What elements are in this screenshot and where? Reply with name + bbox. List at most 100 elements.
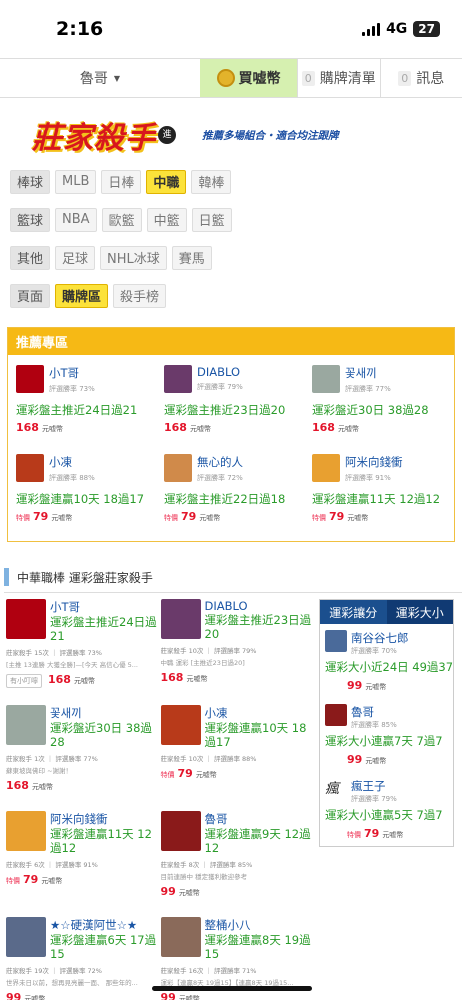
recommend-card[interactable]: 阿米向錢衝 評選勝率 91% 運彩盤連贏11天 12過12 特價 79 元嘘幣 <box>312 454 452 529</box>
status-time: 2:16 <box>56 18 104 40</box>
buy-coins-label: 買嘘幣 <box>238 71 281 87</box>
seller-name[interactable]: 無心的人 <box>197 454 243 470</box>
purchase-list-count: 0 <box>301 70 315 86</box>
logo: 莊家殺手 進 <box>32 110 176 160</box>
seller-name[interactable]: 小T哥 <box>50 599 161 615</box>
item-info: 阿米向錢衝 運彩盤連贏11天 12過12 <box>50 811 161 855</box>
purchase-list-link[interactable]: 0 購牌清單 <box>297 59 380 97</box>
pick-title[interactable]: 運彩盤主推近23日過20 <box>164 402 312 418</box>
category-chip[interactable]: 賽馬 <box>171 245 212 270</box>
caret-down-icon: ▼ <box>113 73 121 83</box>
category-chip[interactable]: 購牌區 <box>55 283 109 308</box>
pick-title[interactable]: 運彩盤主推近24日過21 <box>50 615 161 643</box>
seller-name[interactable]: 魯哥 <box>351 704 397 720</box>
seller-name[interactable]: 꽃새끼 <box>345 365 391 381</box>
category-chip[interactable]: MLB <box>55 169 97 194</box>
avatar <box>312 365 340 393</box>
list-item[interactable]: 꽃새끼 運彩盤近30日 38過28 莊家殺手 1次 ｜ 評選勝率 77% 蘇東坡與佛印… <box>6 705 161 811</box>
pick-title[interactable]: 運彩盤連贏8天 19過15 <box>205 933 316 961</box>
category-chip[interactable]: 韓棒 <box>191 169 232 194</box>
list-item[interactable]: 小T哥 運彩盤主推近24日過21 莊家殺手 15次 ｜ 評選勝率 73% [主推 13… <box>6 599 161 705</box>
pick-description: 世界未日以前，想再見亮麗一面、 那些年的... <box>6 979 138 987</box>
pick-title[interactable]: 運彩盤連贏10天 18過17 <box>205 721 316 749</box>
side-item[interactable]: 南谷谷七郎 評選勝率 70% 運彩大小近24日 49過37 99 元嘘幣 <box>320 624 453 698</box>
category-chip[interactable]: NHL冰球 <box>100 245 167 270</box>
seller-name[interactable]: 小T哥 <box>49 365 95 381</box>
pick-title[interactable]: 運彩盤主推近24日過21 <box>16 402 164 418</box>
pick-description: 蘇東坡與佛印 ~謝謝！ <box>6 767 73 775</box>
side-item[interactable]: 瘋瘋王子 評選勝率 79% 運彩大小連贏5天 7過7 特價 79 元嘘幣 <box>320 772 453 846</box>
category-chip[interactable]: 歐籃 <box>101 207 142 232</box>
recommend-grid: 小T哥 評選勝率 73% 運彩盤主推近24日過21 168 元嘘幣 DIABLO 評選勝率 … <box>8 355 454 529</box>
recommend-card[interactable]: 小凍 評選勝率 88% 運彩盤連贏10天 18過17 特價 79 元嘘幣 <box>16 454 164 529</box>
user-name: 魯哥 <box>79 71 108 87</box>
price: 99 <box>160 885 176 898</box>
recommend-card[interactable]: DIABLO 評選勝率 79% 運彩盤主推近23日過20 168 元嘘幣 <box>164 365 312 440</box>
special-label: 特價 <box>312 514 326 522</box>
pick-title[interactable]: 運彩盤連贏9天 12過12 <box>205 827 316 855</box>
seller-name[interactable]: 阿米向錢衝 <box>345 454 403 470</box>
item-header: ★☆硬漢阿世☆★ 運彩盤連贏6天 17過15 <box>6 917 161 961</box>
seller-name[interactable]: 瘋王子 <box>351 778 397 794</box>
category-row: 棒球 MLB 日棒 中職 韓棒 <box>0 168 462 195</box>
pick-title[interactable]: 運彩盤連贏11天 12過12 <box>312 491 452 507</box>
tab-spread[interactable]: 運彩讓分 <box>320 600 387 624</box>
price-row: 99 元嘘幣 <box>347 679 453 692</box>
seller-name[interactable]: 꽃새끼 <box>50 705 161 721</box>
section-bar <box>4 568 9 586</box>
category-chip[interactable]: 中籃 <box>146 207 187 232</box>
tab-over-under[interactable]: 運彩大小 <box>386 600 453 624</box>
messages-link[interactable]: 0 訊息 <box>379 59 462 97</box>
seller-name[interactable]: 魯哥 <box>205 811 316 827</box>
list-item[interactable]: 小凍 運彩盤連贏10天 18過17 莊家殺手 10次 ｜ 評選勝率 88% 特價 79 元… <box>160 705 316 811</box>
list-row: 꽃새끼 運彩盤近30日 38過28 莊家殺手 1次 ｜ 評選勝率 77% 蘇東坡與佛印… <box>6 705 315 811</box>
avatar: 瘋 <box>325 778 347 800</box>
battery-icon: 27 <box>413 21 440 37</box>
price: 168 <box>164 421 187 434</box>
special-label: 特價 <box>347 831 361 839</box>
price-row: 99 元嘘幣 <box>161 885 316 898</box>
pick-title[interactable]: 運彩盤連贏11天 12過12 <box>50 827 161 855</box>
pick-title[interactable]: 運彩大小連贏7天 7過7 <box>325 733 453 749</box>
category-chip[interactable]: 足球 <box>55 245 96 270</box>
recommend-card[interactable]: 小T哥 評選勝率 73% 運彩盤主推近24日過21 168 元嘘幣 <box>16 365 164 440</box>
pick-title[interactable]: 運彩盤連贏6天 17過15 <box>50 933 161 961</box>
avatar <box>16 365 44 393</box>
seller-name[interactable]: 南谷谷七郎 <box>351 630 409 646</box>
seller-name[interactable]: ★☆硬漢阿世☆★ <box>50 917 161 933</box>
side-item[interactable]: 魯哥 評選勝率 85% 運彩大小連贏7天 7過7 99 元嘘幣 <box>320 698 453 772</box>
pick-title[interactable]: 運彩盤近30日 38過28 <box>50 721 161 749</box>
list-item[interactable]: 阿米向錢衝 運彩盤連贏11天 12過12 莊家殺手 6次 ｜ 評選勝率 91% 特價 7… <box>6 811 161 917</box>
seller-stats: 莊家殺手 19次 ｜ 評選勝率 72% <box>6 967 102 975</box>
list-item[interactable]: ★☆硬漢阿世☆★ 運彩盤連贏6天 17過15 莊家殺手 19次 ｜ 評選勝率 72%… <box>6 917 161 1000</box>
category-chip[interactable]: 殺手榜 <box>113 283 167 308</box>
list-item[interactable]: 魯哥 運彩盤連贏9天 12過12 莊家殺手 8次 ｜ 評選勝率 85% 目前連勝中 穩… <box>160 811 316 917</box>
pick-title[interactable]: 運彩盤近30日 38過28 <box>312 402 452 418</box>
category-chip[interactable]: NBA <box>55 207 97 232</box>
pick-title[interactable]: 運彩盤主推近23日過20 <box>205 613 316 641</box>
pick-title[interactable]: 運彩盤主推近22日過18 <box>164 491 312 507</box>
seller-name[interactable]: DIABLO <box>205 599 316 613</box>
seller-name[interactable]: 小凍 <box>49 454 95 470</box>
seller-name[interactable]: 整桶小八 <box>205 917 316 933</box>
seller-name[interactable]: 阿米向錢衝 <box>50 811 161 827</box>
pick-title[interactable]: 運彩大小連贏5天 7過7 <box>325 807 453 823</box>
pick-title[interactable]: 運彩大小近24日 49過37 <box>325 659 453 675</box>
item-info: 瘋王子 評選勝率 79% <box>351 778 397 804</box>
category-chip[interactable]: 日棒 <box>101 169 142 194</box>
pick-title[interactable]: 運彩盤連贏10天 18過17 <box>16 491 164 507</box>
buy-coins-button[interactable]: 買嘘幣 <box>200 59 297 97</box>
recommend-card[interactable]: 無心的人 評選勝率 72% 運彩盤主推近22日過18 特價 79 元嘘幣 <box>164 454 312 529</box>
list-row: 小T哥 運彩盤主推近24日過21 莊家殺手 15次 ｜ 評選勝率 73% [主推 13… <box>6 599 315 705</box>
top-nav: 魯哥 ▼ 買嘘幣 0 購牌清單 0 訊息 <box>0 58 462 98</box>
user-menu[interactable]: 魯哥 ▼ <box>0 59 200 97</box>
seller-name[interactable]: DIABLO <box>197 365 243 379</box>
recommend-card[interactable]: 꽃새끼 評選勝率 77% 運彩盤近30日 38過28 168 元嘘幣 <box>312 365 452 440</box>
category-nav: 棒球 MLB 日棒 中職 韓棒 籃球 NBA 歐籃 中籃 日籃 其他 足球 NHL冰球 賽馬 頁面 購牌區 殺手… <box>0 168 462 309</box>
pick-description: 目前連勝中 穩定獲利歡迎參考 <box>160 873 248 881</box>
category-chip[interactable]: 日籃 <box>191 207 232 232</box>
list-item[interactable]: DIABLO 運彩盤主推近23日過20 莊家殺手 10次 ｜ 評選勝率 79% 中職 … <box>160 599 316 705</box>
seller-name[interactable]: 小凍 <box>205 705 316 721</box>
category-chip[interactable]: 中職 <box>146 169 187 194</box>
price: 79 <box>364 827 380 840</box>
